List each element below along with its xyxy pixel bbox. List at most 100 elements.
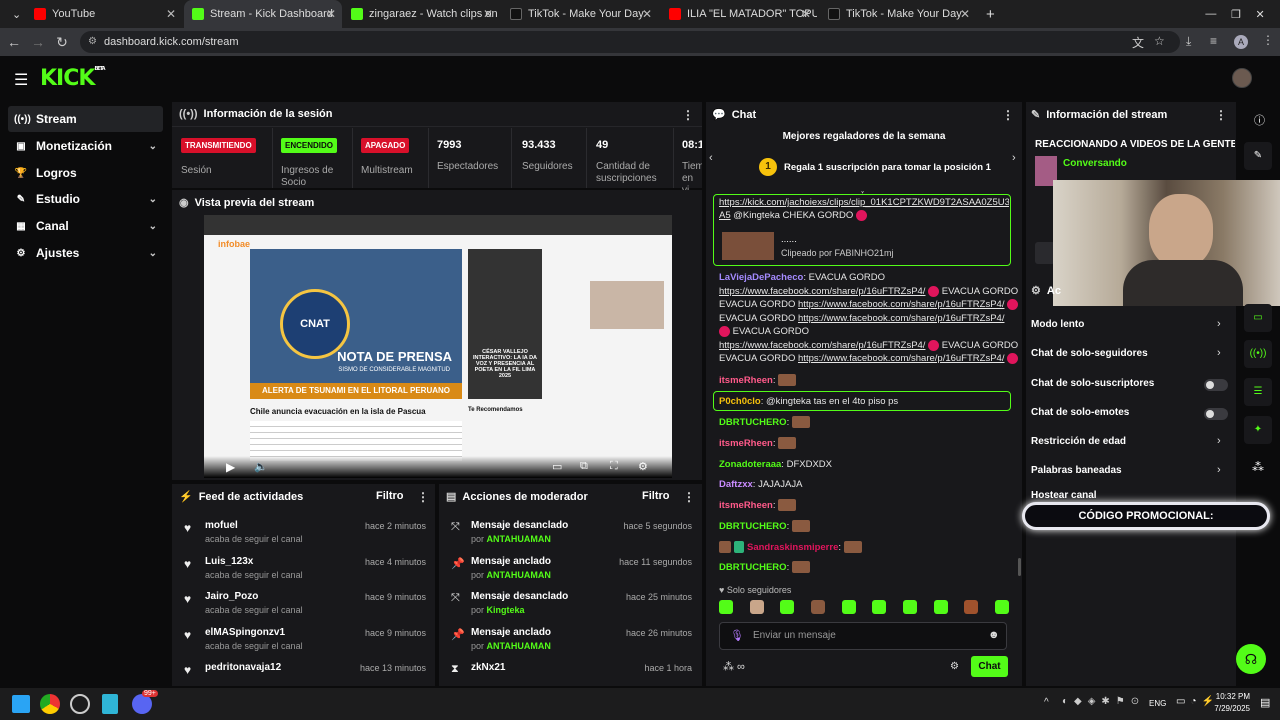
chat-scrollbar[interactable] [1018, 558, 1021, 576]
forward-icon[interactable]: → [26, 34, 50, 50]
tools-rail-button[interactable]: ✦ [1244, 416, 1272, 444]
language-indicator[interactable]: ENG [1149, 699, 1166, 708]
chat-username[interactable]: DBRTUCHERO [719, 521, 787, 532]
clock-date[interactable]: 7/29/2025 [1208, 704, 1250, 713]
reading-list-icon[interactable]: ≡ [1210, 34, 1217, 48]
chat-settings-icon[interactable]: ⚙ [950, 661, 959, 672]
emote-icon[interactable] [841, 600, 856, 614]
fullscreen-icon[interactable]: ⛶ [610, 460, 618, 473]
chat-username[interactable]: Zonadoteraaa [719, 459, 781, 470]
mod-user[interactable]: ANTAHUAMAN [487, 570, 551, 580]
tab-kick-clips[interactable]: zingaraez - Watch clips on Kick✕ [343, 0, 499, 28]
close-icon[interactable]: ✕ [642, 7, 652, 21]
support-chat-button[interactable]: ☊ [1236, 644, 1266, 674]
mod-filter-button[interactable]: Filtro [642, 490, 670, 502]
sidebar-item-stream[interactable]: ((•)) Stream [8, 106, 163, 132]
bookmark-star-icon[interactable]: ☆ [1154, 34, 1165, 48]
tab-list-button[interactable]: ⌄ [4, 0, 24, 28]
chevron-right-icon[interactable]: › [1217, 464, 1221, 476]
tab-youtube[interactable]: YouTube ✕ [26, 0, 182, 28]
emote-icon[interactable] [902, 600, 917, 614]
profile-avatar[interactable]: A [1234, 35, 1248, 49]
download-icon[interactable]: ⤓ [1186, 34, 1191, 49]
kick-logo[interactable]: KICKBETA [40, 66, 106, 91]
close-window-icon[interactable]: ✕ [1255, 8, 1264, 21]
emote-icon[interactable] [872, 600, 887, 614]
settings-icon[interactable]: ⚙ [638, 460, 648, 473]
mod-user[interactable]: ANTAHUAMAN [487, 534, 551, 544]
volume-icon[interactable]: 🔈 [254, 460, 268, 473]
tab-kick-dashboard[interactable]: Stream - Kick Dashboard ✕ [184, 0, 342, 28]
toggle-switch[interactable] [1204, 379, 1228, 391]
pip-icon[interactable]: ⧉ [580, 460, 588, 473]
info-icon[interactable]: ⓘ [1254, 112, 1265, 128]
chat-tools-icon[interactable]: ⁂ ∞ [723, 660, 745, 673]
microphone-icon[interactable]: 🎙 [730, 629, 744, 642]
emote-icon[interactable] [994, 600, 1009, 614]
edit-button[interactable] [1035, 242, 1055, 264]
chevron-right-icon[interactable]: › [1217, 318, 1221, 330]
broadcast-rail-button[interactable]: ((•)) [1244, 340, 1272, 368]
close-icon[interactable]: ✕ [960, 7, 970, 21]
edit-pencil-button[interactable]: ✎ [1244, 142, 1272, 170]
captions-icon[interactable]: ▭ [552, 460, 562, 473]
stream-preview-video[interactable]: infobae CNAT NOTA DE PRENSA SISMO DE CON… [204, 215, 672, 478]
gift-cta[interactable]: Regala 1 suscripción para tomar la posic… [784, 162, 991, 173]
close-icon[interactable]: ✕ [483, 7, 493, 21]
notifications-icon[interactable]: ▤ [1260, 696, 1270, 709]
browser-menu-icon[interactable]: ⋮ [1262, 33, 1274, 47]
send-chat-button[interactable]: Chat [971, 656, 1008, 677]
sidebar-item-ajustes[interactable]: ⚙ Ajustes ⌄ [8, 240, 163, 266]
windows-start-icon[interactable] [12, 695, 30, 713]
reload-icon[interactable]: ↻ [50, 34, 74, 51]
mod-user[interactable]: ANTAHUAMAN [487, 641, 551, 651]
chat-input[interactable]: 🎙 Enviar un mensaje ☻ [719, 622, 1007, 650]
chevron-right-icon[interactable]: › [1012, 152, 1016, 164]
emote-icon[interactable] [780, 600, 795, 614]
tab-topuria[interactable]: ILIA "EL MATADOR" TOPURIA -✕ [661, 0, 817, 28]
emote-icon[interactable] [810, 600, 825, 614]
emote-icon[interactable] [719, 600, 733, 614]
chevron-right-icon[interactable]: › [1217, 435, 1221, 447]
pinned-link[interactable]: https://kick.com/jachoiexs/clips/clip_01… [719, 196, 1009, 210]
feed-username[interactable]: elMASpingonzv1 [205, 627, 285, 638]
user-avatar[interactable] [1232, 68, 1252, 88]
back-icon[interactable]: ← [2, 34, 26, 50]
app-icon[interactable] [70, 694, 90, 714]
mod-user[interactable]: Kingteka [487, 605, 525, 615]
hamburger-menu-icon[interactable]: ☰ [14, 70, 28, 90]
chat-username[interactable]: itsmeRheen [719, 500, 773, 511]
list-rail-button[interactable]: ☰ [1244, 378, 1272, 406]
feed-username[interactable]: Jairo_Pozo [205, 591, 258, 602]
tab-tiktok-2[interactable]: TikTok - Make Your Day ✕ [820, 0, 976, 28]
discord-icon[interactable] [132, 694, 152, 714]
stream-info-menu-icon[interactable]: ⋮ [1215, 108, 1227, 122]
feed-username[interactable]: pedritonavaja12 [205, 662, 281, 673]
chat-username[interactable]: Daftzxx [719, 479, 753, 490]
maximize-icon[interactable]: ❐ [1231, 8, 1241, 21]
category-link[interactable]: Conversando [1063, 158, 1127, 169]
new-tab-button[interactable]: + [978, 0, 998, 28]
session-menu-icon[interactable]: ⋮ [682, 108, 694, 122]
chevron-left-icon[interactable]: ‹ [709, 152, 713, 164]
translate-icon[interactable]: 文 [1132, 34, 1144, 51]
play-icon[interactable]: ▶ [226, 460, 235, 474]
chat-username[interactable]: itsmeRheen [719, 438, 773, 449]
sidebar-item-canal[interactable]: ▦ Canal ⌄ [8, 213, 163, 239]
chat-username[interactable]: itsmeRheen [719, 375, 773, 386]
minimize-icon[interactable]: — [1205, 8, 1216, 20]
chat-username[interactable]: DBRTUCHERO [719, 562, 787, 573]
clock-time[interactable]: 10:32 PM [1214, 692, 1250, 701]
clip-thumbnail[interactable] [722, 232, 774, 260]
chat-username[interactable]: Sandraskinsmiperre [747, 542, 838, 553]
toggle-switch[interactable] [1204, 408, 1228, 420]
close-icon[interactable]: ✕ [326, 7, 336, 21]
sidebar-item-estudio[interactable]: ✎ Estudio ⌄ [8, 186, 163, 212]
sidebar-item-monetizacion[interactable]: ▣ Monetización ⌄ [8, 133, 163, 159]
close-icon[interactable]: ✕ [801, 7, 811, 21]
chrome-icon[interactable] [40, 694, 60, 714]
mod-menu-icon[interactable]: ⋮ [683, 490, 695, 504]
chat-username[interactable]: DBRTUCHERO [719, 417, 787, 428]
notepad-icon[interactable] [102, 694, 118, 714]
tray-expand-icon[interactable]: ^ [1044, 697, 1049, 708]
